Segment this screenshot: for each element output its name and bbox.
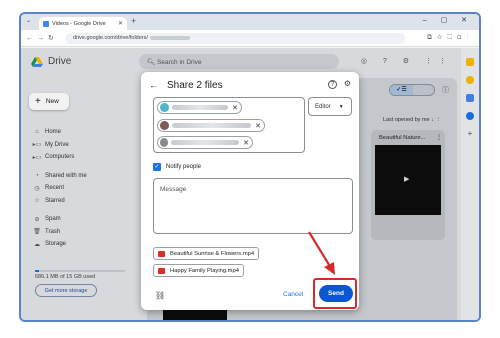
- browser-window: ⌄ Videos - Google Drive ✕ + – ▢ ✕ ←→↻ dr…: [21, 14, 479, 320]
- screenshot-frame: ⌄ Videos - Google Drive ✕ + – ▢ ✕ ←→↻ dr…: [19, 12, 481, 322]
- annotation-arrow: [308, 231, 335, 275]
- arrow-shaft: [308, 231, 332, 269]
